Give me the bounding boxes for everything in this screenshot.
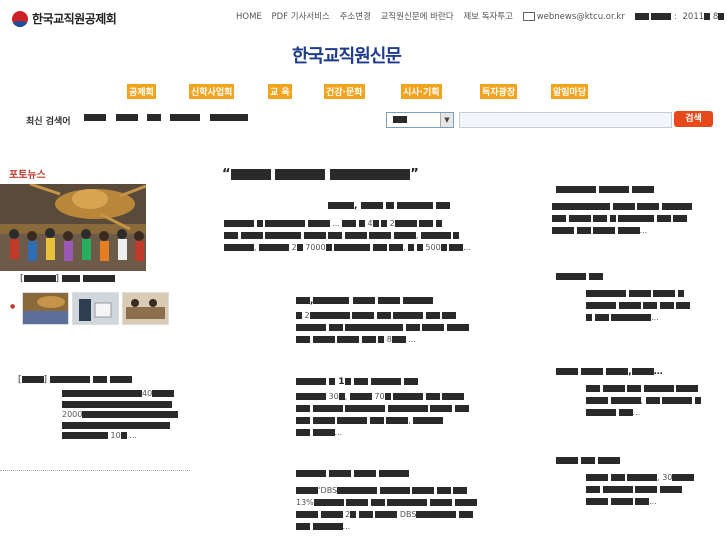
story-4-pct: 13% bbox=[296, 498, 314, 507]
keyword-4[interactable] bbox=[170, 114, 200, 121]
keyword-3[interactable] bbox=[147, 114, 161, 121]
lead-summary: ... 4 2 , , 2 7000 , 500 ... bbox=[224, 218, 514, 254]
menu-cat-4[interactable]: 건강·문화 bbox=[324, 84, 365, 99]
envelope-icon bbox=[522, 12, 535, 21]
nav-report-link[interactable]: 제보 독자투고 bbox=[463, 12, 513, 22]
right-story-1-title[interactable] bbox=[556, 185, 655, 195]
story-3-title[interactable]: 1 bbox=[296, 377, 418, 387]
menu-cat-7[interactable]: 알림마당 bbox=[551, 84, 589, 99]
nav-home-link[interactable]: HOME bbox=[236, 12, 262, 22]
thumbnail-arrow-icon[interactable]: ● bbox=[10, 303, 15, 310]
right-story-2-title[interactable] bbox=[556, 272, 604, 282]
keyword-5[interactable] bbox=[210, 114, 248, 121]
date-display: : 2011 8 8 bbox=[634, 12, 727, 22]
right-story-1-summary: ... bbox=[552, 201, 722, 237]
story-2-summary: 2 8 ... bbox=[296, 310, 516, 346]
photo-news-caption[interactable]: [] bbox=[20, 274, 115, 284]
search-input[interactable] bbox=[459, 112, 672, 128]
keyword-1[interactable] bbox=[84, 114, 106, 121]
story-3-summary: 30, 70 , ... bbox=[296, 391, 516, 439]
nav-feedback-link[interactable]: 교직원신문에 바란다 bbox=[381, 12, 454, 22]
menu-cat-1[interactable]: 공제회 bbox=[127, 84, 156, 99]
lead-num-4: 7000 bbox=[305, 243, 326, 252]
nav-address-link[interactable]: 주소변경 bbox=[340, 12, 371, 22]
photo-news-title: 포토뉴스 bbox=[9, 170, 46, 181]
story-3-num-3: 70 bbox=[374, 392, 385, 401]
menu-cat-3[interactable]: 교 육 bbox=[268, 84, 292, 99]
story-2-title[interactable]: , bbox=[296, 296, 433, 306]
left-divider bbox=[0, 470, 190, 471]
thumbnail-1-graphic bbox=[23, 293, 68, 324]
keyword-2[interactable] bbox=[116, 114, 138, 121]
right-story-4-summary: , 30 ... bbox=[586, 472, 716, 508]
left-num-2: 2000 bbox=[62, 410, 83, 419]
left-article-summary: 40 2000 10 ... bbox=[62, 389, 182, 442]
story-4-tag-2: DBS bbox=[399, 510, 417, 519]
story-4-title[interactable] bbox=[296, 469, 410, 479]
menu-cat-6[interactable]: 독자광장 bbox=[480, 84, 518, 99]
story-4-tag: DBS bbox=[320, 486, 338, 495]
menu-cat-5[interactable]: 시사·기획 bbox=[401, 84, 442, 99]
search-category-select[interactable]: ▼ bbox=[386, 112, 454, 128]
logo-mark-icon bbox=[12, 10, 28, 27]
left-article-title[interactable]: [] bbox=[18, 375, 132, 385]
right-story-3-title[interactable]: ,… bbox=[556, 367, 663, 377]
logo-text: 한국교직원공제회 bbox=[32, 12, 117, 26]
right-story-3-summary: , ... bbox=[586, 383, 716, 419]
lead-subheadline: , bbox=[328, 201, 450, 211]
photo-news-image[interactable] bbox=[0, 184, 146, 271]
thumbnail-3-graphic bbox=[123, 293, 168, 324]
recent-keywords-label: 최신 검색어 bbox=[26, 117, 71, 127]
lead-num-5: 500 bbox=[425, 243, 441, 252]
search-button[interactable]: 검색 bbox=[674, 111, 713, 127]
story-3-num-2: 30 bbox=[328, 392, 339, 401]
site-logo[interactable]: 한국교직원공제회 bbox=[12, 8, 117, 27]
masthead-title[interactable]: 한국교직원신문 bbox=[292, 42, 402, 68]
thumbnail-2-graphic bbox=[73, 293, 118, 324]
photo-thumbnail-2[interactable] bbox=[72, 292, 119, 325]
nav-pdf-link[interactable]: PDF 기사서비스 bbox=[272, 12, 330, 22]
photo-news-image-graphic bbox=[0, 184, 146, 271]
left-num-1: 40 bbox=[142, 389, 153, 398]
nav-email-link[interactable]: webnews@ktcu.or.kr bbox=[537, 12, 625, 22]
left-num-3: 10 bbox=[110, 431, 121, 440]
photo-thumbnail-1[interactable] bbox=[22, 292, 69, 325]
menu-cat-2[interactable]: 신학사업회 bbox=[189, 84, 235, 99]
date-year: 2011 bbox=[682, 12, 705, 22]
right-story-4-title[interactable] bbox=[556, 456, 621, 466]
right-story-4-num: 30 bbox=[662, 473, 673, 482]
chevron-down-icon[interactable]: ▼ bbox=[440, 113, 453, 127]
right-story-2-summary: ... bbox=[586, 288, 706, 324]
select-value bbox=[393, 116, 407, 123]
top-navigation: HOME PDF 기사서비스 주소변경 교직원신문에 바란다 제보 독자투고 w… bbox=[236, 10, 727, 22]
story-4-summary: ‘DBS 13% 2 DBS ... bbox=[296, 485, 516, 533]
lead-headline[interactable]: “ ” bbox=[222, 166, 419, 182]
photo-thumbnail-3[interactable] bbox=[122, 292, 169, 325]
